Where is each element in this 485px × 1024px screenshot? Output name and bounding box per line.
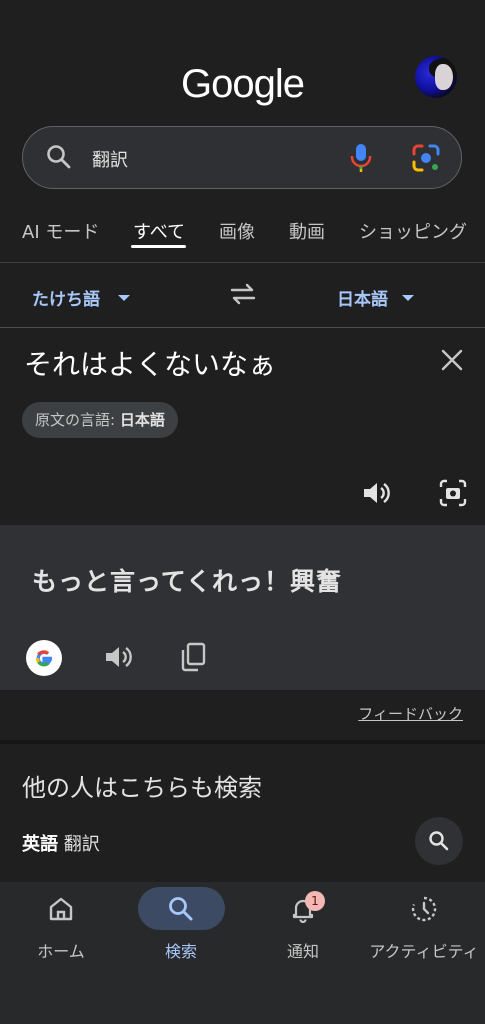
divider bbox=[0, 327, 485, 328]
translation-result-panel bbox=[0, 525, 485, 690]
notification-badge: 1 bbox=[305, 891, 325, 911]
copy-icon[interactable] bbox=[178, 641, 208, 673]
chevron-down-icon bbox=[118, 295, 130, 301]
speaker-icon[interactable] bbox=[361, 478, 391, 508]
avatar[interactable] bbox=[415, 56, 457, 98]
search-bar[interactable] bbox=[22, 126, 462, 189]
swap-languages-icon[interactable] bbox=[228, 282, 258, 306]
google-lens-icon[interactable] bbox=[411, 143, 441, 173]
speaker-icon[interactable] bbox=[103, 642, 133, 672]
camera-icon[interactable] bbox=[438, 478, 468, 508]
source-text-input[interactable]: それはよくないなぁ bbox=[24, 343, 276, 383]
related-search-item[interactable]: 英語 翻訳 bbox=[22, 830, 100, 856]
target-language-select[interactable]: 日本語 bbox=[337, 285, 388, 310]
tab-ai-mode[interactable]: AI モード bbox=[22, 218, 99, 244]
microphone-icon[interactable] bbox=[348, 142, 374, 174]
nav-notifications-label[interactable]: 通知 bbox=[262, 938, 344, 962]
close-icon[interactable] bbox=[440, 348, 464, 372]
home-icon[interactable] bbox=[47, 895, 75, 923]
feedback-link[interactable]: フィードバック bbox=[358, 703, 463, 724]
search-icon[interactable] bbox=[167, 895, 195, 923]
related-search-rest: 翻訳 bbox=[58, 834, 100, 855]
chevron-down-icon bbox=[402, 295, 414, 301]
activity-icon[interactable] bbox=[410, 895, 438, 923]
related-search-button[interactable] bbox=[415, 817, 463, 865]
source-language-select[interactable]: たけち語 bbox=[32, 285, 100, 310]
search-input[interactable]: 翻訳 bbox=[92, 146, 128, 172]
related-search-bold: 英語 bbox=[22, 834, 58, 855]
google-g-icon bbox=[26, 640, 62, 676]
nav-activity-label[interactable]: アクティビティ bbox=[366, 938, 482, 962]
search-icon bbox=[47, 145, 71, 169]
tab-images[interactable]: 画像 bbox=[219, 218, 255, 244]
search-icon bbox=[429, 831, 449, 851]
chip-prefix: 原文の言語: bbox=[35, 411, 120, 429]
detected-language-chip[interactable]: 原文の言語: 日本語 bbox=[22, 402, 178, 438]
tab-videos[interactable]: 動画 bbox=[289, 218, 325, 244]
nav-search-label[interactable]: 検索 bbox=[140, 938, 222, 962]
tab-all[interactable]: すべて bbox=[133, 218, 185, 244]
related-searches-title: 他の人はこちらも検索 bbox=[22, 774, 262, 802]
section-separator bbox=[0, 740, 485, 744]
tab-shopping[interactable]: ショッピング bbox=[359, 218, 467, 244]
tab-active-indicator bbox=[131, 245, 186, 248]
nav-home-label[interactable]: ホーム bbox=[20, 938, 102, 962]
divider bbox=[0, 262, 485, 263]
google-logo[interactable]: Google bbox=[0, 62, 485, 107]
translation-result-text: もっと言ってくれっ！興奮 bbox=[32, 567, 343, 596]
chip-language: 日本語 bbox=[119, 411, 165, 429]
